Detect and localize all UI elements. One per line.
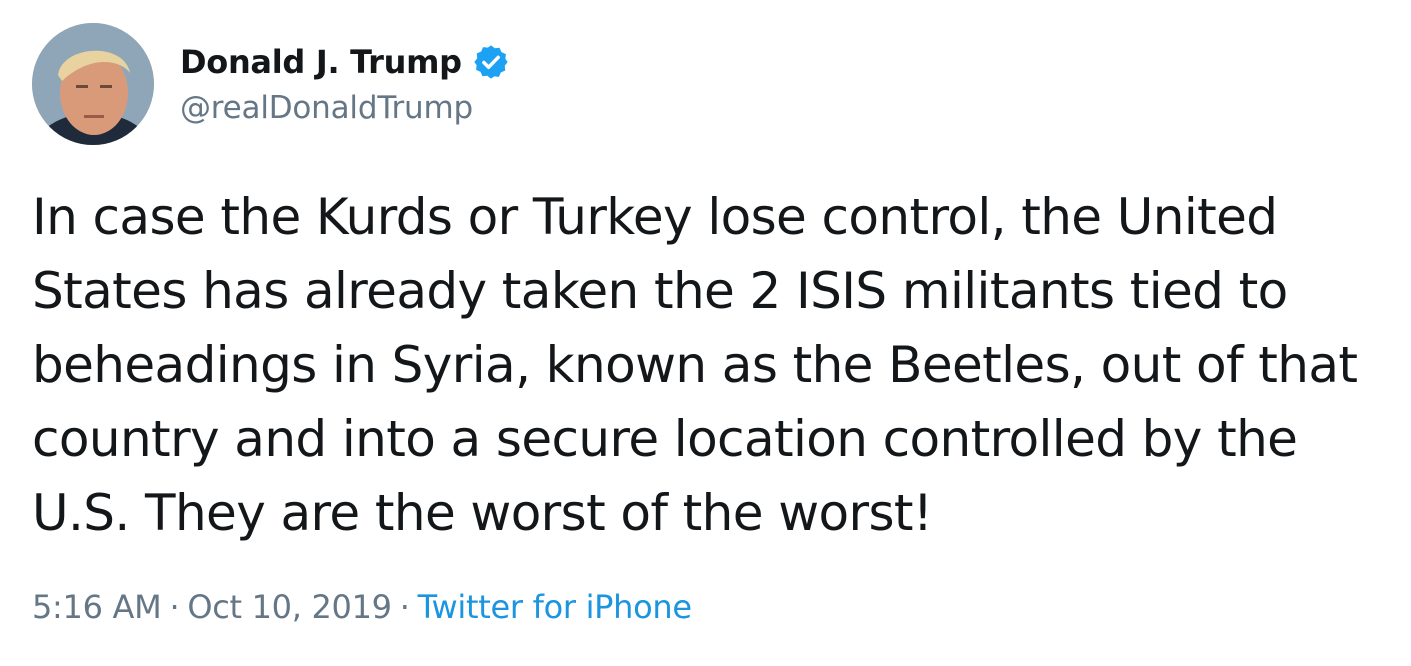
tweet-text-line: country and into a secure location contr… bbox=[32, 410, 1298, 468]
display-name[interactable]: Donald J. Trump bbox=[180, 43, 462, 81]
tweet-text-line: beheadings in Syria, known as the Beetle… bbox=[32, 336, 1358, 394]
tweet-time[interactable]: 5:16 AM bbox=[32, 588, 162, 626]
verified-badge-icon bbox=[472, 43, 510, 81]
tweet-text: In case the Kurds or Turkey lose control… bbox=[32, 180, 1402, 550]
meta-separator: · bbox=[169, 588, 180, 626]
tweet-card: Donald J. Trump @realDonaldTrump In case… bbox=[0, 0, 1411, 666]
avatar-portrait-icon bbox=[32, 23, 154, 145]
tweet-text-line: U.S. They are the worst of the worst! bbox=[32, 484, 933, 542]
tweet-text-line: In case the Kurds or Turkey lose control… bbox=[32, 188, 1278, 246]
tweet-text-line: States has already taken the 2 ISIS mili… bbox=[32, 262, 1288, 320]
author-name-row[interactable]: Donald J. Trump bbox=[180, 40, 510, 84]
user-handle[interactable]: @realDonaldTrump bbox=[180, 90, 473, 126]
tweet-source-link[interactable]: Twitter for iPhone bbox=[418, 588, 693, 626]
tweet-date[interactable]: Oct 10, 2019 bbox=[187, 588, 392, 626]
tweet-metadata: 5:16 AM · Oct 10, 2019 · Twitter for iPhone bbox=[32, 588, 692, 626]
meta-separator: · bbox=[399, 588, 410, 626]
avatar[interactable] bbox=[32, 23, 154, 145]
